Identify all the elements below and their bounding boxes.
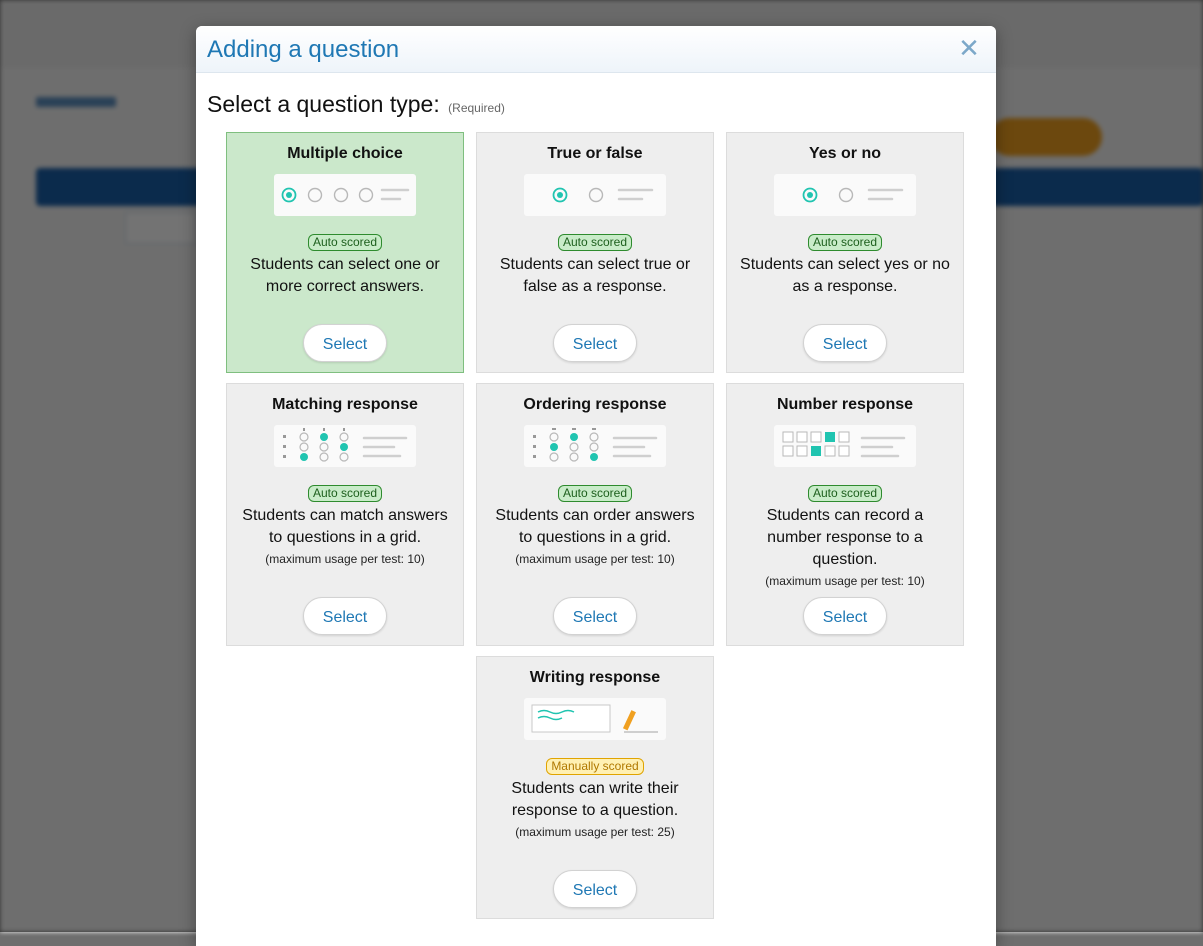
card-description: Students can select one or more correct … (250, 256, 440, 295)
auto-scored-badge: Auto scored (557, 234, 633, 251)
card-number-response[interactable]: Number response Auto scored Students can… (726, 383, 964, 646)
card-title: Multiple choice (287, 145, 403, 162)
card-ordering-response[interactable]: Ordering response Auto scored Students c… (476, 383, 714, 646)
modal-header: Adding a question ✕ (196, 26, 996, 73)
number-grid-illustration-icon (774, 425, 916, 467)
card-description: Students can match answers to questions … (242, 507, 448, 546)
select-number-response-button[interactable]: Select (803, 597, 887, 635)
select-matching-response-button[interactable]: Select (303, 597, 387, 635)
select-ordering-response-button[interactable]: Select (553, 597, 637, 635)
card-description: Students can order answers to questions … (495, 507, 695, 546)
card-title: Writing response (529, 669, 661, 686)
manually-scored-badge: Manually scored (546, 758, 644, 775)
close-icon[interactable]: ✕ (958, 35, 980, 61)
select-multiple-choice-button[interactable]: Select (303, 324, 387, 362)
question-type-prompt: Select a question type: (Required) (207, 91, 505, 118)
ordering-grid-illustration-icon (524, 425, 666, 467)
auto-scored-badge: Auto scored (307, 485, 383, 502)
modal-title: Adding a question (207, 36, 400, 63)
select-yes-or-no-button[interactable]: Select (803, 324, 887, 362)
card-title: Number response (776, 396, 914, 413)
auto-scored-badge: Auto scored (807, 234, 883, 251)
card-description: Students can select true or false as a r… (499, 256, 691, 295)
select-writing-response-button[interactable]: Select (553, 870, 637, 908)
usage-note: (maximum usage per test: 25) (515, 825, 675, 839)
card-matching-response[interactable]: Matching response Auto scored Students c… (226, 383, 464, 646)
card-title: Ordering response (523, 396, 667, 413)
card-multiple-choice[interactable]: Multiple choice Auto scored Students can… (226, 132, 464, 373)
add-question-modal: Adding a question ✕ Select a question ty… (196, 26, 996, 946)
true-or-false-illustration-icon (524, 174, 666, 216)
matching-grid-illustration-icon (274, 425, 416, 467)
select-true-or-false-button[interactable]: Select (553, 324, 637, 362)
card-description: Students can select yes or no as a respo… (740, 256, 950, 295)
usage-note: (maximum usage per test: 10) (515, 552, 675, 566)
required-label: (Required) (448, 101, 505, 115)
card-writing-response[interactable]: Writing response Manually scored Student… (476, 656, 714, 919)
writing-illustration-icon (524, 698, 666, 740)
card-description: Students can record a number response to… (766, 507, 924, 568)
yes-or-no-illustration-icon (774, 174, 916, 216)
card-title: Matching response (272, 396, 418, 413)
card-title: True or false (547, 145, 643, 162)
auto-scored-badge: Auto scored (807, 485, 883, 502)
card-title: Yes or no (808, 145, 882, 162)
card-description: Students can write their response to a q… (511, 780, 679, 819)
auto-scored-badge: Auto scored (557, 485, 633, 502)
auto-scored-badge: Auto scored (307, 234, 383, 251)
card-true-or-false[interactable]: True or false Auto scored Students can s… (476, 132, 714, 373)
card-yes-or-no[interactable]: Yes or no Auto scored Students can selec… (726, 132, 964, 373)
usage-note: (maximum usage per test: 10) (265, 552, 425, 566)
usage-note: (maximum usage per test: 10) (765, 574, 925, 588)
multiple-choice-illustration-icon (274, 174, 416, 216)
prompt-text: Select a question type: (207, 91, 440, 117)
